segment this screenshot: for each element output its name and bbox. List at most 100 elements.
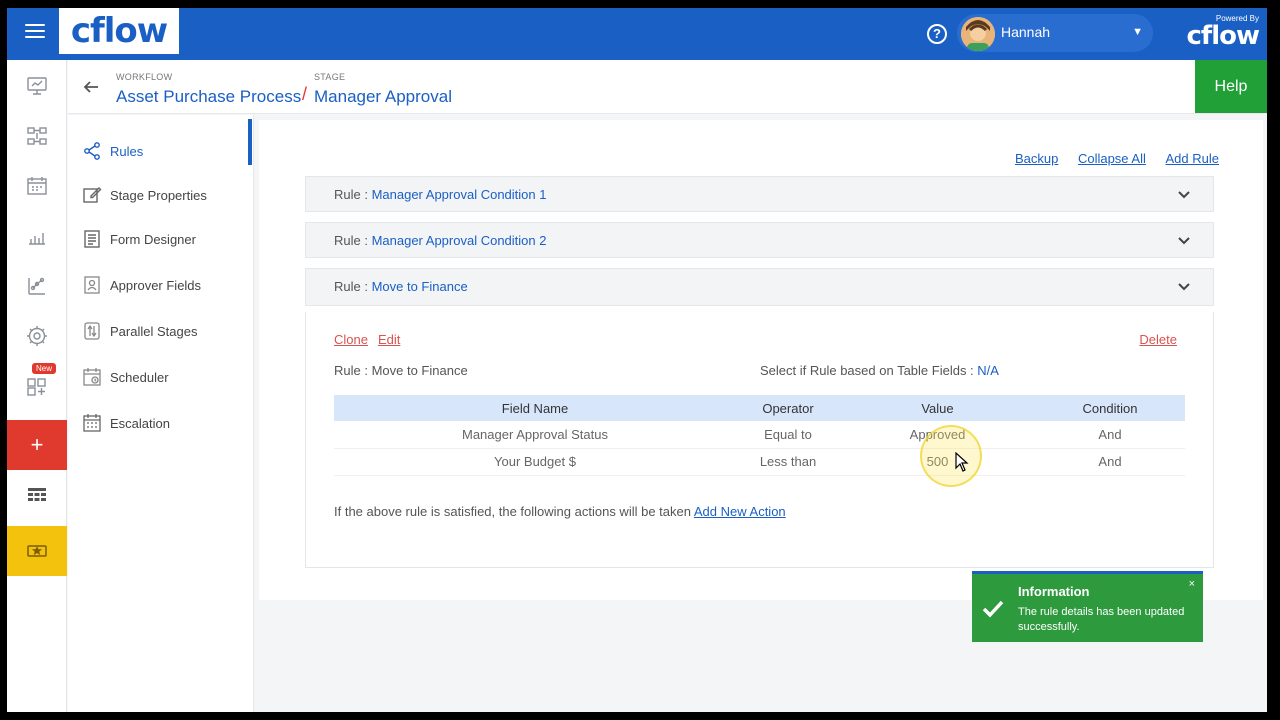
rule-row[interactable]: Rule : Manager Approval Condition 1 (305, 176, 1214, 212)
nav-label: Approver Fields (110, 277, 202, 293)
nav-label: Form Designer (110, 231, 196, 247)
nav-label: Parallel Stages (110, 323, 198, 339)
nav-item-escalation[interactable]: Escalation (68, 403, 248, 443)
workflow-label: WORKFLOW (116, 72, 173, 82)
nav-item-scheduler[interactable]: Scheduler (68, 357, 248, 397)
chevron-down-icon: ▼ (1132, 26, 1143, 38)
action-text: If the above rule is satisfied, the foll… (334, 504, 694, 519)
workflow-icon (27, 127, 47, 145)
rule-prefix: Rule : (334, 187, 372, 202)
rail-dashboard[interactable] (7, 62, 67, 110)
nav-item-approver-fields[interactable]: Approver Fields (68, 265, 248, 305)
rail-table[interactable] (7, 472, 67, 520)
stage-nav: Rules Stage Properties Form Designer App… (68, 115, 254, 712)
user-name: Hannah (1001, 24, 1051, 40)
rule-row[interactable]: Rule : Manager Approval Condition 2 (305, 222, 1214, 258)
column-header: Field Name (334, 395, 736, 421)
new-badge: New (32, 363, 57, 374)
icon-rail: New + (7, 60, 67, 712)
nav-item-form-designer[interactable]: Form Designer (68, 219, 248, 259)
rules-panel: Backup Collapse All Add Rule Rule : Mana… (259, 120, 1263, 600)
edit-icon (83, 187, 102, 203)
app-logo[interactable]: cflow (59, 8, 179, 54)
rule-row-expanded[interactable]: Rule : Move to Finance (305, 268, 1214, 306)
stage-label: STAGE (314, 72, 346, 82)
parallel-icon (84, 322, 100, 340)
action-line: If the above rule is satisfied, the foll… (334, 504, 786, 519)
table-fields-value: N/A (977, 363, 999, 378)
add-rule-link[interactable]: Add Rule (1166, 151, 1219, 166)
chevron-down-icon[interactable] (1177, 187, 1191, 201)
edit-link[interactable]: Edit (378, 332, 400, 347)
breadcrumb-workflow[interactable]: Asset Purchase Process (116, 87, 301, 107)
chevron-down-icon[interactable] (1177, 233, 1191, 247)
add-new-action-link[interactable]: Add New Action (694, 504, 786, 519)
check-icon (982, 600, 1004, 618)
rail-calendar[interactable] (7, 162, 67, 210)
rule-actions: Backup Collapse All Add Rule (999, 151, 1219, 166)
rail-analytics[interactable] (7, 262, 67, 310)
toast-title: Information (1018, 584, 1090, 599)
close-icon[interactable]: × (1189, 578, 1195, 590)
add-button[interactable]: + (7, 420, 67, 470)
rule-heading: Rule : Manager Approval Condition 2 (334, 233, 546, 248)
active-indicator (248, 119, 252, 165)
app-window: cflow ? Hannah ▼ Powered By cflow New + … (7, 8, 1267, 712)
column-header: Condition (1035, 395, 1185, 421)
rail-workflow[interactable] (7, 112, 67, 160)
operator-cell: Equal to (736, 421, 840, 449)
apps-plus-icon (27, 378, 46, 396)
nav-label: Escalation (110, 415, 170, 431)
rule-title: Move to Finance (371, 279, 468, 294)
breadcrumb-separator: / (302, 84, 308, 104)
condition-cell: And (1035, 421, 1185, 449)
rail-reports[interactable] (7, 212, 67, 260)
help-button[interactable]: Help (1195, 60, 1267, 113)
nav-item-parallel-stages[interactable]: Parallel Stages (68, 311, 248, 351)
field-name-cell: Manager Approval Status (334, 421, 736, 449)
rule-heading: Rule : Manager Approval Condition 1 (334, 187, 546, 202)
breadcrumb-stage[interactable]: Manager Approval (314, 87, 452, 107)
table-header-row: Field Name Operator Value Condition (334, 395, 1185, 421)
conditions-table: Field Name Operator Value Condition Mana… (334, 395, 1185, 476)
rail-settings[interactable] (7, 312, 67, 360)
powered-by-logo: cflow (1186, 21, 1260, 51)
logo-text: cflow (70, 11, 168, 51)
nav-item-rules[interactable]: Rules (68, 131, 248, 171)
delete-link[interactable]: Delete (1139, 332, 1177, 347)
calendar-icon (27, 177, 47, 195)
form-icon (84, 230, 100, 248)
monitor-icon (27, 77, 47, 95)
share-nodes-icon (84, 142, 100, 160)
ticket-icon (27, 545, 47, 557)
collapse-all-link[interactable]: Collapse All (1078, 151, 1146, 166)
scatter-icon (28, 277, 45, 295)
value-cell: 500 (840, 448, 1035, 476)
clone-link[interactable]: Clone (334, 332, 368, 347)
rule-title: Manager Approval Condition 2 (371, 233, 547, 248)
rule-heading: Rule : Move to Finance (334, 279, 468, 294)
bar-chart-icon (29, 233, 45, 245)
backup-link[interactable]: Backup (1015, 151, 1058, 166)
nav-label: Rules (110, 143, 144, 159)
user-menu[interactable]: Hannah ▼ (957, 14, 1153, 52)
field-name-cell: Your Budget $ (334, 448, 736, 476)
toast-message: The rule details has been updated succes… (1018, 606, 1185, 633)
help-icon[interactable]: ? (927, 24, 947, 44)
back-arrow-icon[interactable] (82, 78, 100, 96)
info-toast: Information The rule details has been up… (972, 571, 1203, 642)
chevron-down-icon[interactable] (1177, 279, 1191, 293)
table-fields-line: Select if Rule based on Table Fields : N… (760, 363, 999, 378)
rule-prefix: Rule : (334, 279, 372, 294)
gear-icon (27, 326, 47, 346)
rail-tickets[interactable] (7, 526, 67, 576)
operator-cell: Less than (736, 448, 840, 476)
table-icon (28, 488, 46, 501)
column-header: Operator (736, 395, 840, 421)
avatar (961, 17, 995, 51)
nav-item-stage-properties[interactable]: Stage Properties (68, 175, 248, 215)
approver-icon (84, 276, 100, 294)
powered-by: Powered By cflow (1167, 14, 1260, 51)
menu-icon[interactable] (25, 24, 45, 40)
rule-name-line: Rule : Move to Finance (334, 363, 468, 378)
